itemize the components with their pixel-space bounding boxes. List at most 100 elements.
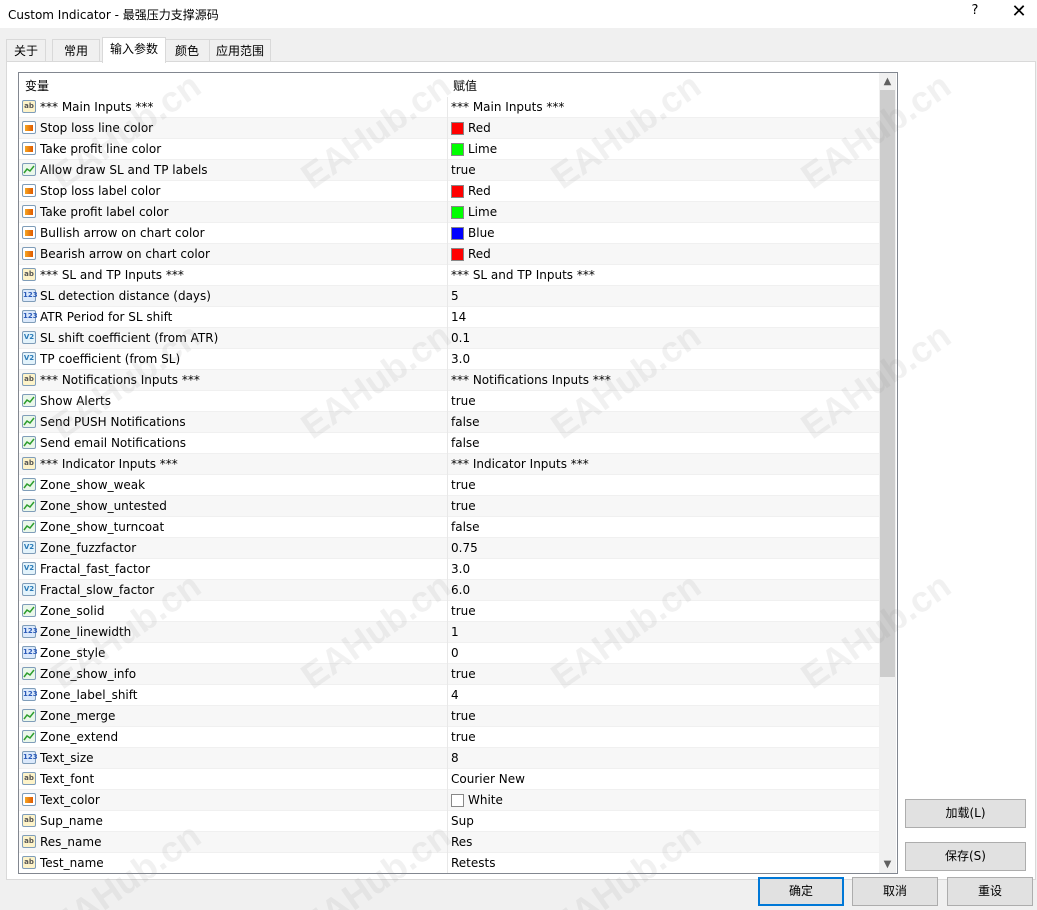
table-row[interactable]: ab Res_name Res <box>19 832 879 853</box>
variable-value[interactable]: true <box>451 706 476 726</box>
table-row[interactable]: 123 SL detection distance (days) 5 <box>19 286 879 307</box>
tab-visualization[interactable]: 应用范围 <box>209 39 271 62</box>
variable-name: Stop loss line color <box>40 121 154 135</box>
tab-about[interactable]: 关于 <box>6 39 46 62</box>
variable-value[interactable]: 3.0 <box>451 349 470 369</box>
variable-value[interactable]: true <box>451 664 476 684</box>
variable-value[interactable]: *** Indicator Inputs *** <box>451 454 589 474</box>
table-row[interactable]: 123 Zone_style 0 <box>19 643 879 664</box>
table-row[interactable]: ab *** Notifications Inputs *** *** Notifi… <box>19 370 879 391</box>
color-type-icon <box>22 226 36 239</box>
table-row[interactable]: Bullish arrow on chart color Blue <box>19 223 879 244</box>
variable-value[interactable]: true <box>451 496 476 516</box>
variable-value[interactable]: 4 <box>451 685 459 705</box>
load-button[interactable]: 加载(L) <box>905 799 1026 828</box>
table-row[interactable]: Zone_show_turncoat false <box>19 517 879 538</box>
table-row[interactable]: Stop loss line color Red <box>19 118 879 139</box>
variable-value[interactable]: 3.0 <box>451 559 470 579</box>
tab-common[interactable]: 常用 <box>52 39 100 62</box>
help-button[interactable]: ? <box>968 3 982 18</box>
variable-value[interactable]: Red <box>468 181 491 201</box>
variable-value[interactable]: Blue <box>468 223 495 243</box>
variable-value[interactable]: false <box>451 517 480 537</box>
table-row[interactable]: V2 TP coefficient (from SL) 3.0 <box>19 349 879 370</box>
variable-value[interactable]: true <box>451 601 476 621</box>
table-row[interactable]: Bearish arrow on chart color Red <box>19 244 879 265</box>
variable-value[interactable]: 0 <box>451 643 459 663</box>
scroll-up-arrow-icon[interactable]: ▲ <box>879 73 896 90</box>
variable-value[interactable]: false <box>451 412 480 432</box>
scroll-down-arrow-icon[interactable]: ▼ <box>879 856 896 873</box>
table-row[interactable]: Allow draw SL and TP labels true <box>19 160 879 181</box>
variable-value[interactable]: Courier New <box>451 769 525 789</box>
variable-value[interactable]: true <box>451 160 476 180</box>
table-row[interactable]: ab *** SL and TP Inputs *** *** SL and TP … <box>19 265 879 286</box>
variable-value[interactable]: 1 <box>451 622 459 642</box>
table-row[interactable]: ab Text_font Courier New <box>19 769 879 790</box>
table-row[interactable]: V2 Fractal_fast_factor 3.0 <box>19 559 879 580</box>
save-button[interactable]: 保存(S) <box>905 842 1026 871</box>
table-row[interactable]: Show Alerts true <box>19 391 879 412</box>
variable-value[interactable]: Lime <box>468 202 497 222</box>
variable-value[interactable]: true <box>451 727 476 747</box>
reset-button[interactable]: 重设 <box>947 877 1033 906</box>
variable-value[interactable]: Res <box>451 832 472 852</box>
variable-value[interactable]: 0.75 <box>451 538 478 558</box>
variable-value[interactable]: true <box>451 391 476 411</box>
column-divider <box>447 202 448 223</box>
table-row[interactable]: ab Test_name Retests <box>19 853 879 873</box>
table-row[interactable]: Zone_show_weak true <box>19 475 879 496</box>
tab-colors[interactable]: 颜色 <box>163 39 211 62</box>
variable-value[interactable]: Red <box>468 244 491 264</box>
tab-inputs[interactable]: 输入参数 <box>102 37 166 63</box>
column-header-value[interactable]: 赋值 <box>453 77 477 94</box>
variable-value[interactable]: Lime <box>468 139 497 159</box>
ok-button[interactable]: 确定 <box>758 877 844 906</box>
grid-rows: ab *** Main Inputs *** *** Main Inputs ***… <box>19 97 879 873</box>
table-row[interactable]: Zone_extend true <box>19 727 879 748</box>
table-row[interactable]: V2 SL shift coefficient (from ATR) 0.1 <box>19 328 879 349</box>
variable-name: Res_name <box>40 835 102 849</box>
scrollbar-thumb[interactable] <box>880 90 895 677</box>
variable-value[interactable]: 6.0 <box>451 580 470 600</box>
close-button[interactable]: ✕ <box>1010 2 1028 22</box>
table-row[interactable]: Stop loss label color Red <box>19 181 879 202</box>
variable-value[interactable]: *** SL and TP Inputs *** <box>451 265 595 285</box>
variable-value[interactable]: *** Main Inputs *** <box>451 97 564 117</box>
table-row[interactable]: Send email Notifications false <box>19 433 879 454</box>
variable-value[interactable]: 5 <box>451 286 459 306</box>
variable-value[interactable]: 8 <box>451 748 459 768</box>
table-row[interactable]: V2 Fractal_slow_factor 6.0 <box>19 580 879 601</box>
variable-value[interactable]: true <box>451 475 476 495</box>
table-row[interactable]: Take profit line color Lime <box>19 139 879 160</box>
table-row[interactable]: Take profit label color Lime <box>19 202 879 223</box>
vertical-scrollbar[interactable]: ▲ ▼ <box>879 73 896 873</box>
table-row[interactable]: Zone_merge true <box>19 706 879 727</box>
variable-value[interactable]: 0.1 <box>451 328 470 348</box>
table-row[interactable]: 123 ATR Period for SL shift 14 <box>19 307 879 328</box>
integer-type-icon: 123 <box>22 751 38 764</box>
column-divider <box>447 664 448 685</box>
variable-value[interactable]: Sup <box>451 811 474 831</box>
variable-value[interactable]: 14 <box>451 307 466 327</box>
variable-value[interactable]: *** Notifications Inputs *** <box>451 370 611 390</box>
variable-value[interactable]: Retests <box>451 853 495 873</box>
table-row[interactable]: 123 Zone_label_shift 4 <box>19 685 879 706</box>
column-header-variable[interactable]: 变量 <box>25 77 49 94</box>
table-row[interactable]: 123 Zone_linewidth 1 <box>19 622 879 643</box>
table-row[interactable]: Send PUSH Notifications false <box>19 412 879 433</box>
table-row[interactable]: ab *** Indicator Inputs *** *** Indicator … <box>19 454 879 475</box>
variable-name: *** Main Inputs *** <box>40 100 154 114</box>
table-row[interactable]: ab Sup_name Sup <box>19 811 879 832</box>
table-row[interactable]: 123 Text_size 8 <box>19 748 879 769</box>
table-row[interactable]: Text_color White <box>19 790 879 811</box>
table-row[interactable]: Zone_show_untested true <box>19 496 879 517</box>
table-row[interactable]: Zone_solid true <box>19 601 879 622</box>
table-row[interactable]: ab *** Main Inputs *** *** Main Inputs *** <box>19 97 879 118</box>
table-row[interactable]: V2 Zone_fuzzfactor 0.75 <box>19 538 879 559</box>
variable-value[interactable]: Red <box>468 118 491 138</box>
table-row[interactable]: Zone_show_info true <box>19 664 879 685</box>
cancel-button[interactable]: 取消 <box>852 877 938 906</box>
variable-value[interactable]: false <box>451 433 480 453</box>
variable-value[interactable]: White <box>468 790 503 810</box>
